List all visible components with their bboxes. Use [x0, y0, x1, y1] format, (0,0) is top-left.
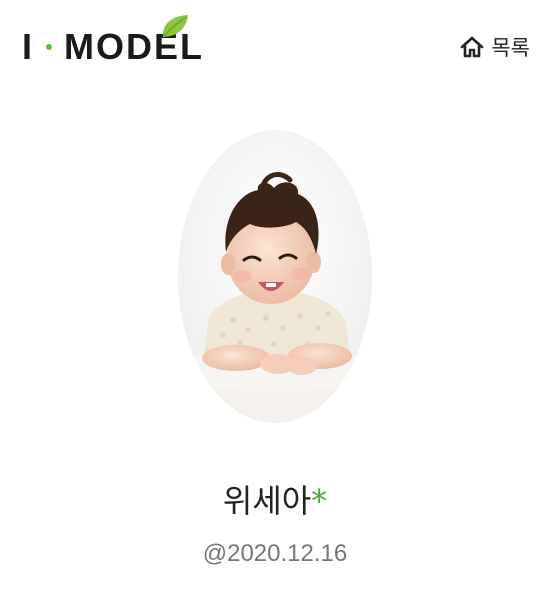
brand-logo[interactable]: I MODEL	[22, 15, 204, 72]
profile-name-text: 위세아	[222, 482, 312, 520]
logo-wordmark: MODEL	[64, 15, 204, 68]
profile-birth-date: @2020.12.16	[202, 540, 348, 567]
profile-photo	[178, 130, 372, 423]
name-asterisk-mark: *	[311, 482, 328, 520]
logo-letter-i: I	[22, 26, 33, 67]
logo-dot	[46, 44, 53, 50]
leaf-icon	[162, 15, 189, 38]
home-list-label: 목록	[491, 36, 530, 60]
profile-name: 위세아*	[0, 476, 550, 522]
home-list-link[interactable]: 목록	[459, 32, 530, 62]
home-icon	[461, 36, 484, 58]
header: I MODEL 목록	[0, 0, 550, 100]
